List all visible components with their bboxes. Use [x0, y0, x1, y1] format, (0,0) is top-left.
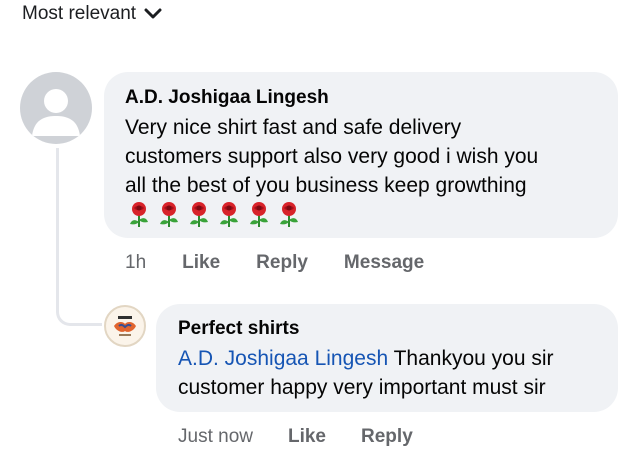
reply-text-line: A.D. Joshigaa Lingesh Thankyou you sir — [178, 344, 598, 373]
thread-line — [56, 148, 102, 326]
page-avatar[interactable] — [104, 305, 146, 347]
comment-text-line: Very nice shirt fast and safe delivery — [125, 116, 462, 139]
comment-text: Very nice shirt fast and safe delivery c… — [125, 113, 598, 200]
comment-actions: 1h Like Reply Message — [125, 251, 424, 275]
rose-icon — [190, 202, 208, 227]
reply-text: A.D. Joshigaa Lingesh Thankyou you sir c… — [178, 344, 598, 402]
comment-timestamp: 1h — [125, 252, 147, 273]
rose-icon — [250, 202, 268, 227]
message-button[interactable]: Message — [344, 252, 424, 274]
default-user-icon — [32, 89, 80, 136]
comment-text-line: customers support also very good i wish … — [125, 145, 539, 168]
mention-link[interactable]: A.D. Joshigaa Lingesh — [178, 347, 388, 370]
comment-bubble: A.D. Joshigaa Lingesh Very nice shirt fa… — [104, 72, 618, 238]
reply-actions: Just now Like Reply — [178, 425, 413, 449]
reply-author[interactable]: Perfect shirts — [178, 317, 598, 341]
reply-button[interactable]: Reply — [256, 252, 308, 274]
shirt-logo-icon — [114, 316, 136, 336]
reply-text-first: Thankyou you sir — [388, 347, 554, 370]
comment-author[interactable]: A.D. Joshigaa Lingesh — [125, 86, 598, 110]
avatar[interactable] — [20, 72, 92, 144]
sort-label: Most relevant — [22, 3, 137, 24]
rose-icon — [280, 202, 298, 227]
reply-timestamp: Just now — [178, 426, 253, 447]
like-button[interactable]: Like — [182, 252, 220, 274]
reply-bubble: Perfect shirts A.D. Joshigaa Lingesh Tha… — [156, 304, 618, 412]
reply-button[interactable]: Reply — [361, 426, 413, 448]
comment-text-line: all the best of you business keep growth… — [125, 174, 527, 197]
sort-dropdown[interactable]: Most relevant — [22, 2, 162, 26]
rose-icon — [130, 202, 148, 227]
chevron-down-icon — [144, 8, 162, 19]
like-button[interactable]: Like — [288, 426, 326, 448]
rose-emoji-row — [125, 200, 598, 228]
reply-text-line: customer happy very important must sir — [178, 376, 546, 399]
rose-icon — [220, 202, 238, 227]
rose-icon — [160, 202, 178, 227]
